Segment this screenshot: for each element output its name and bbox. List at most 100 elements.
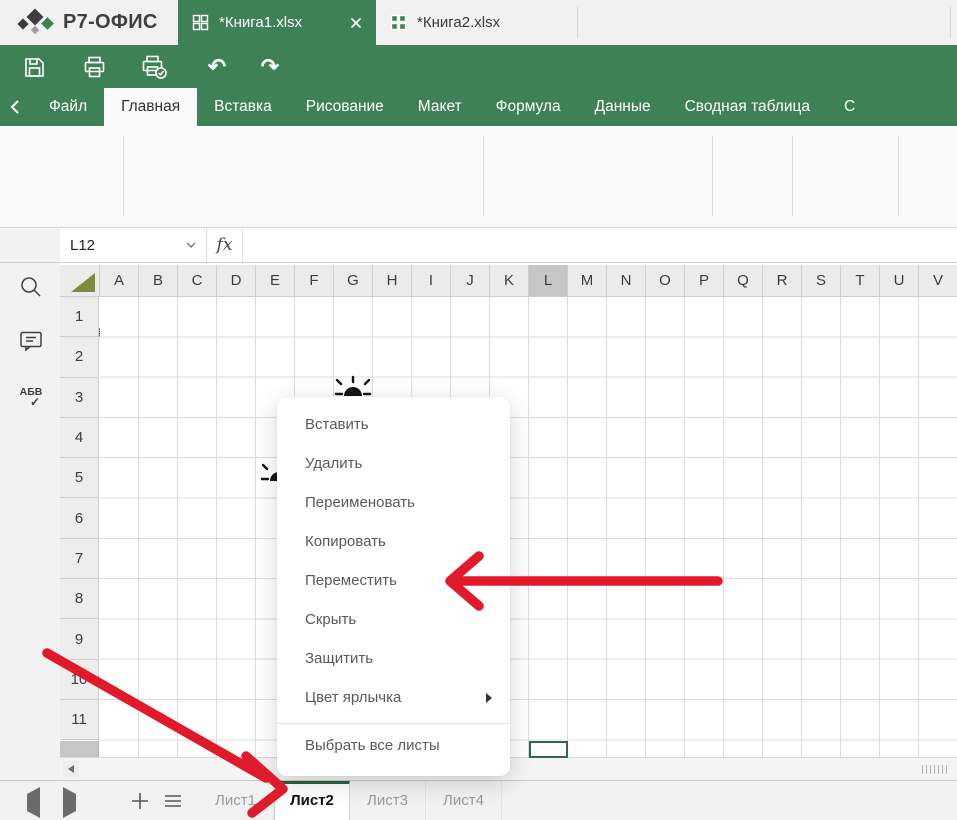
- cell-reference: L12: [70, 237, 95, 254]
- row-header[interactable]: 4: [60, 418, 99, 458]
- menu-tab[interactable]: Файл: [32, 88, 104, 126]
- column-header[interactable]: T: [841, 265, 880, 297]
- sheet-grid[interactable]: [100, 297, 957, 757]
- group-divider: [712, 136, 713, 216]
- context-menu-item-label: Скрыть: [305, 611, 356, 628]
- context-menu-item[interactable]: Переместить: [277, 561, 510, 600]
- scroll-left-button[interactable]: [63, 761, 79, 777]
- ribbon-menubar: ФайлГлавнаяВставкаРисованиеМакетФормулаД…: [0, 88, 957, 126]
- row-header[interactable]: 2: [60, 337, 99, 377]
- app-logo-icon: [18, 7, 54, 37]
- document-tab[interactable]: *Книга1.xlsx: [178, 0, 376, 45]
- column-header[interactable]: P: [685, 265, 724, 297]
- row-header[interactable]: 1: [60, 297, 99, 337]
- column-header[interactable]: K: [490, 265, 529, 297]
- column-header[interactable]: L: [529, 265, 568, 297]
- context-menu-item[interactable]: Скрыть: [277, 600, 510, 639]
- chevron-down-icon[interactable]: [186, 242, 196, 248]
- spreadsheet-icon: [390, 14, 407, 31]
- sheet-tab[interactable]: Лист1: [198, 781, 274, 820]
- menu-tab[interactable]: Вставка: [197, 88, 289, 126]
- context-menu-item[interactable]: Переименовать: [277, 483, 510, 522]
- column-header[interactable]: E: [256, 265, 295, 297]
- menu-tab[interactable]: Формула: [479, 88, 578, 126]
- row-header[interactable]: 9: [60, 619, 99, 659]
- menu-tab[interactable]: С: [827, 88, 872, 126]
- context-menu-item-label: Цвет ярлычка: [305, 689, 401, 706]
- column-header[interactable]: S: [802, 265, 841, 297]
- group-divider: [123, 136, 124, 216]
- row-header[interactable]: 6: [60, 498, 99, 538]
- context-menu-item-label: Вставить: [305, 416, 369, 433]
- column-headers: ABCDEFGHIJKLMNOPQRSTUV: [60, 265, 957, 297]
- redo-button[interactable]: ↷: [256, 54, 284, 80]
- formula-input[interactable]: [243, 228, 957, 262]
- menu-tab[interactable]: Рисование: [289, 88, 401, 126]
- formula-bar: L12 fx: [0, 228, 957, 263]
- print-button[interactable]: [80, 54, 108, 80]
- context-menu-item[interactable]: Вставить: [277, 405, 510, 444]
- sheet-list-icon[interactable]: [160, 788, 186, 814]
- search-icon[interactable]: [17, 273, 45, 301]
- context-menu-item-label: Переименовать: [305, 494, 415, 511]
- document-tab-label: *Книга2.xlsx: [417, 14, 500, 31]
- column-header[interactable]: C: [178, 265, 217, 297]
- row-header[interactable]: 8: [60, 579, 99, 619]
- column-header[interactable]: M: [568, 265, 607, 297]
- column-header[interactable]: R: [763, 265, 802, 297]
- context-menu-item[interactable]: Защитить: [277, 639, 510, 678]
- row-header-12-partial[interactable]: [60, 741, 99, 758]
- sheet-tab[interactable]: Лист2: [274, 781, 350, 820]
- row-header[interactable]: 3: [60, 378, 99, 418]
- window-tab-bar: Р7-ОФИС *Книга1.xlsx *Книга2.xlsx: [0, 0, 957, 45]
- row-header[interactable]: 10: [60, 660, 99, 700]
- next-sheet-icon[interactable]: [63, 794, 76, 812]
- column-header[interactable]: N: [607, 265, 646, 297]
- column-header[interactable]: Q: [724, 265, 763, 297]
- sheet-tab-bar: Лист1Лист2Лист3Лист4: [0, 780, 957, 820]
- row-header[interactable]: 11: [60, 700, 99, 740]
- column-header[interactable]: V: [919, 265, 957, 297]
- add-sheet-icon[interactable]: [127, 788, 153, 814]
- sheet-tab[interactable]: Лист4: [426, 781, 502, 820]
- context-menu-item[interactable]: Копировать: [277, 522, 510, 561]
- scrollbar-resize-grip[interactable]: [922, 765, 948, 774]
- group-divider: [483, 136, 484, 216]
- column-header[interactable]: F: [295, 265, 334, 297]
- column-header[interactable]: A: [100, 265, 139, 297]
- column-header[interactable]: J: [451, 265, 490, 297]
- column-header[interactable]: G: [334, 265, 373, 297]
- spreadsheet-icon: [192, 14, 209, 31]
- comments-icon[interactable]: [17, 327, 45, 355]
- save-button[interactable]: [20, 54, 48, 80]
- column-header[interactable]: U: [880, 265, 919, 297]
- undo-button[interactable]: ↶: [203, 54, 231, 80]
- document-tab[interactable]: *Книга2.xlsx: [376, 0, 574, 45]
- cell-name-box[interactable]: L12: [60, 228, 207, 262]
- context-menu-item[interactable]: Удалить: [277, 444, 510, 483]
- menu-tab[interactable]: Главная: [104, 88, 197, 126]
- select-all-cells-button[interactable]: [60, 265, 100, 297]
- context-menu-item[interactable]: Цвет ярлычка: [277, 678, 510, 717]
- column-header[interactable]: B: [139, 265, 178, 297]
- selected-cell-L12[interactable]: [529, 741, 568, 758]
- menu-tab[interactable]: Данные: [578, 88, 668, 126]
- context-menu-item[interactable]: Выбрать все листы: [277, 724, 510, 766]
- previous-sheet-icon[interactable]: [27, 794, 40, 812]
- insert-function-button[interactable]: fx: [207, 228, 243, 262]
- column-header[interactable]: H: [373, 265, 412, 297]
- column-header[interactable]: I: [412, 265, 451, 297]
- sheet-tab[interactable]: Лист3: [350, 781, 426, 820]
- row-header[interactable]: 7: [60, 539, 99, 579]
- menu-tab[interactable]: Сводная таблица: [668, 88, 827, 126]
- column-header[interactable]: D: [217, 265, 256, 297]
- column-header[interactable]: O: [646, 265, 685, 297]
- spellcheck-icon[interactable]: АБВ ✓: [17, 383, 45, 411]
- row-header[interactable]: 5: [60, 458, 99, 498]
- quick-print-button[interactable]: [140, 54, 168, 80]
- menu-tab[interactable]: Макет: [401, 88, 479, 126]
- app-logo: Р7-ОФИС: [18, 7, 158, 37]
- collapse-chevron-icon[interactable]: [8, 99, 28, 115]
- close-icon[interactable]: [350, 17, 362, 29]
- context-menu-item-label: Переместить: [305, 572, 397, 589]
